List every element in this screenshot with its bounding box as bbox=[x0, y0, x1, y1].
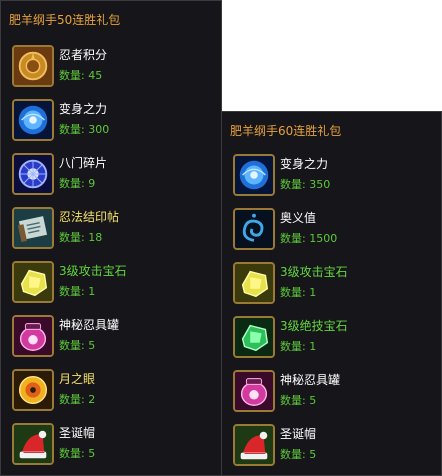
quantity-value: 9 bbox=[88, 177, 96, 190]
christmas-hat-icon bbox=[233, 424, 275, 466]
item-name: 奥义值 bbox=[280, 211, 317, 225]
gift-panel-60-wins: 肥羊纲手60连胜礼包 变身之力 数量: 350 奥义值 数量: 1500 3级攻… bbox=[221, 111, 442, 476]
reward-item[interactable]: 奥义值 数量: 1500 bbox=[222, 206, 441, 260]
mystery-tool-jar-icon bbox=[12, 315, 54, 357]
quantity-value: 1 bbox=[88, 285, 96, 298]
quantity-label: 数量: bbox=[59, 123, 85, 136]
quantity-label: 数量: bbox=[59, 69, 85, 82]
quantity-value: 18 bbox=[88, 231, 103, 244]
quantity-label: 数量: bbox=[280, 340, 306, 353]
item-name: 圣诞帽 bbox=[280, 427, 317, 441]
quantity-value: 5 bbox=[88, 339, 96, 352]
quantity-label: 数量: bbox=[59, 177, 85, 190]
reward-item[interactable]: 圣诞帽 数量: 5 bbox=[222, 422, 441, 476]
item-quantity: 数量: 2 bbox=[59, 391, 95, 407]
quantity-value: 300 bbox=[88, 123, 110, 136]
quantity-label: 数量: bbox=[59, 285, 85, 298]
item-quantity: 数量: 300 bbox=[59, 121, 109, 137]
item-quantity: 数量: 350 bbox=[280, 176, 330, 192]
reward-item[interactable]: 3级绝技宝石 数量: 1 bbox=[222, 314, 441, 368]
item-quantity: 数量: 1 bbox=[280, 338, 316, 354]
quantity-value: 5 bbox=[88, 447, 96, 460]
eight-gates-fragment-icon bbox=[12, 153, 54, 195]
reward-item[interactable]: 忍者积分 数量: 45 bbox=[1, 43, 221, 97]
reward-item[interactable]: 神秘忍具罐 数量: 5 bbox=[1, 313, 221, 367]
item-quantity: 数量: 5 bbox=[280, 392, 316, 408]
mystery-swirl-icon bbox=[233, 208, 275, 250]
reward-item[interactable]: 3级攻击宝石 数量: 1 bbox=[1, 259, 221, 313]
item-quantity: 数量: 5 bbox=[280, 446, 316, 462]
reward-item[interactable]: 变身之力 数量: 350 bbox=[222, 152, 441, 206]
ninja-seal-scroll-icon bbox=[12, 207, 54, 249]
ninja-points-medallion-icon bbox=[12, 45, 54, 87]
reward-item[interactable]: 八门碎片 数量: 9 bbox=[1, 151, 221, 205]
item-quantity: 数量: 1 bbox=[280, 284, 316, 300]
quantity-value: 350 bbox=[309, 178, 331, 191]
yellow-attack-gem-icon bbox=[233, 262, 275, 304]
item-quantity: 数量: 5 bbox=[59, 337, 95, 353]
quantity-value: 1 bbox=[309, 340, 317, 353]
item-name: 3级攻击宝石 bbox=[59, 264, 127, 278]
item-quantity: 数量: 45 bbox=[59, 67, 102, 83]
item-name: 变身之力 bbox=[59, 102, 108, 116]
reward-item[interactable]: 3级攻击宝石 数量: 1 bbox=[222, 260, 441, 314]
quantity-label: 数量: bbox=[280, 232, 306, 245]
quantity-value: 2 bbox=[88, 393, 96, 406]
transform-power-orb-icon bbox=[12, 99, 54, 141]
green-skill-gem-icon bbox=[233, 316, 275, 358]
item-name: 3级攻击宝石 bbox=[280, 265, 348, 279]
item-name: 月之眼 bbox=[59, 372, 96, 386]
item-name: 圣诞帽 bbox=[59, 426, 96, 440]
christmas-hat-icon bbox=[12, 423, 54, 465]
quantity-label: 数量: bbox=[280, 178, 306, 191]
quantity-label: 数量: bbox=[59, 339, 85, 352]
quantity-label: 数量: bbox=[59, 447, 85, 460]
item-quantity: 数量: 18 bbox=[59, 229, 102, 245]
quantity-label: 数量: bbox=[59, 393, 85, 406]
panel-title: 肥羊纲手60连胜礼包 bbox=[230, 124, 342, 138]
panel-title: 肥羊纲手50连胜礼包 bbox=[9, 13, 121, 27]
item-name: 八门碎片 bbox=[59, 156, 108, 170]
quantity-value: 5 bbox=[309, 394, 317, 407]
item-name: 忍法结印帖 bbox=[59, 210, 120, 224]
reward-item[interactable]: 神秘忍具罐 数量: 5 bbox=[222, 368, 441, 422]
yellow-attack-gem-icon bbox=[12, 261, 54, 303]
gift-panel-50-wins: 肥羊纲手50连胜礼包 忍者积分 数量: 45 变身之力 数量: 300 八门碎片… bbox=[0, 0, 222, 476]
quantity-label: 数量: bbox=[59, 231, 85, 244]
item-quantity: 数量: 1 bbox=[59, 283, 95, 299]
item-name: 神秘忍具罐 bbox=[59, 318, 120, 332]
quantity-value: 5 bbox=[309, 448, 317, 461]
reward-item[interactable]: 圣诞帽 数量: 5 bbox=[1, 421, 221, 475]
quantity-value: 45 bbox=[88, 69, 103, 82]
reward-item[interactable]: 变身之力 数量: 300 bbox=[1, 97, 221, 151]
quantity-label: 数量: bbox=[280, 286, 306, 299]
quantity-label: 数量: bbox=[280, 448, 306, 461]
transform-power-orb-icon bbox=[233, 154, 275, 196]
quantity-value: 1 bbox=[309, 286, 317, 299]
item-quantity: 数量: 9 bbox=[59, 175, 95, 191]
item-name: 变身之力 bbox=[280, 157, 329, 171]
item-name: 3级绝技宝石 bbox=[280, 319, 348, 333]
quantity-label: 数量: bbox=[280, 394, 306, 407]
mystery-tool-jar-icon bbox=[233, 370, 275, 412]
reward-item[interactable]: 忍法结印帖 数量: 18 bbox=[1, 205, 221, 259]
item-name: 神秘忍具罐 bbox=[280, 373, 341, 387]
item-name: 忍者积分 bbox=[59, 48, 108, 62]
item-quantity: 数量: 5 bbox=[59, 445, 95, 461]
quantity-value: 1500 bbox=[309, 232, 338, 245]
moon-eye-icon bbox=[12, 369, 54, 411]
reward-item[interactable]: 月之眼 数量: 2 bbox=[1, 367, 221, 421]
item-quantity: 数量: 1500 bbox=[280, 230, 337, 246]
